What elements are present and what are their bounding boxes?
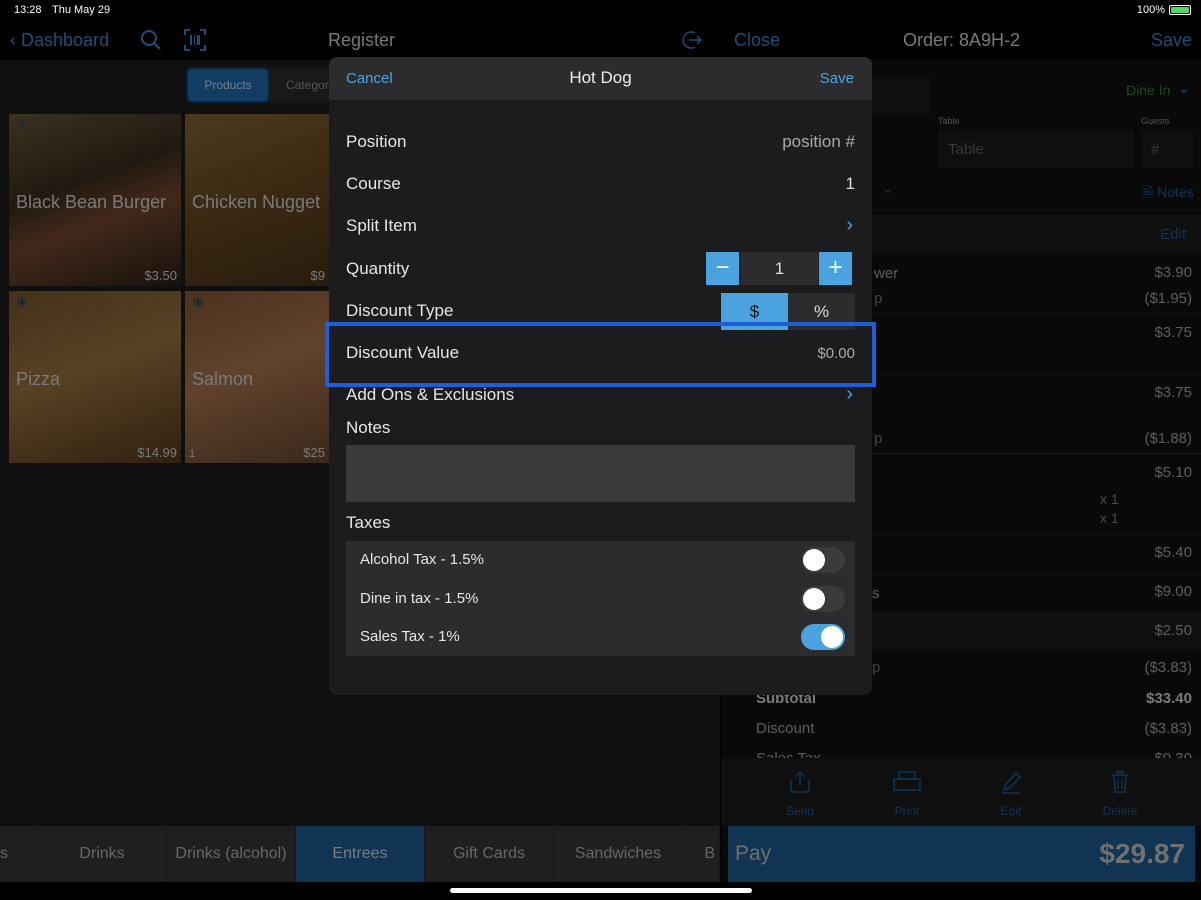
tax-name: Sales Tax - 1% [360,628,460,645]
status-time: 13:28 [14,4,42,16]
modal-title: Hot Dog [569,68,632,87]
split-item-label: Split Item [346,216,417,235]
position-label: Position [346,132,407,151]
quantity-label: Quantity [346,259,410,278]
tax-row-alcohol: Alcohol Tax - 1.5% [360,541,845,579]
quantity-value[interactable]: 1 [741,252,818,285]
tax-row-sales: Sales Tax - 1% [360,618,845,656]
battery-status: 100% [1137,4,1191,16]
position-row[interactable]: Position position # [346,122,855,164]
status-bar: 13:28 Thu May 29 100% [0,0,1201,20]
battery-percent: 100% [1136,4,1165,16]
taxes-list: Alcohol Tax - 1.5% Dine in tax - 1.5% Sa… [346,541,855,656]
quantity-increment-button[interactable]: + [819,252,852,285]
tax-toggle-dine-in[interactable] [801,586,845,612]
notes-row: Notes [346,408,855,450]
save-button[interactable]: Save [820,70,854,87]
discount-value-highlight [325,322,876,387]
course-label: Course [346,174,401,193]
modal-header: Cancel Hot Dog Save [329,57,872,100]
tax-toggle-sales[interactable] [801,624,845,650]
course-value[interactable]: 1 [846,174,855,194]
home-indicator [450,888,752,893]
status-date: Thu May 29 [52,4,111,16]
battery-icon [1169,5,1191,15]
addons-label: Add Ons & Exclusions [346,385,515,404]
position-input[interactable]: position # [782,132,855,152]
quantity-decrement-button[interactable]: − [706,252,739,285]
tax-name: Alcohol Tax - 1.5% [360,551,484,568]
discount-type-label: Discount Type [346,301,454,320]
tax-toggle-alcohol[interactable] [801,547,845,573]
notes-textarea[interactable] [346,445,855,502]
split-item-row[interactable]: Split Item › [346,206,855,248]
chevron-right-icon: › [846,214,853,236]
notes-label: Notes [346,418,391,437]
course-row[interactable]: Course 1 [346,164,855,206]
taxes-row: Taxes [346,503,855,545]
tax-name: Dine in tax - 1.5% [360,590,479,607]
taxes-label: Taxes [346,513,391,532]
tax-row-dine-in: Dine in tax - 1.5% [360,580,845,618]
